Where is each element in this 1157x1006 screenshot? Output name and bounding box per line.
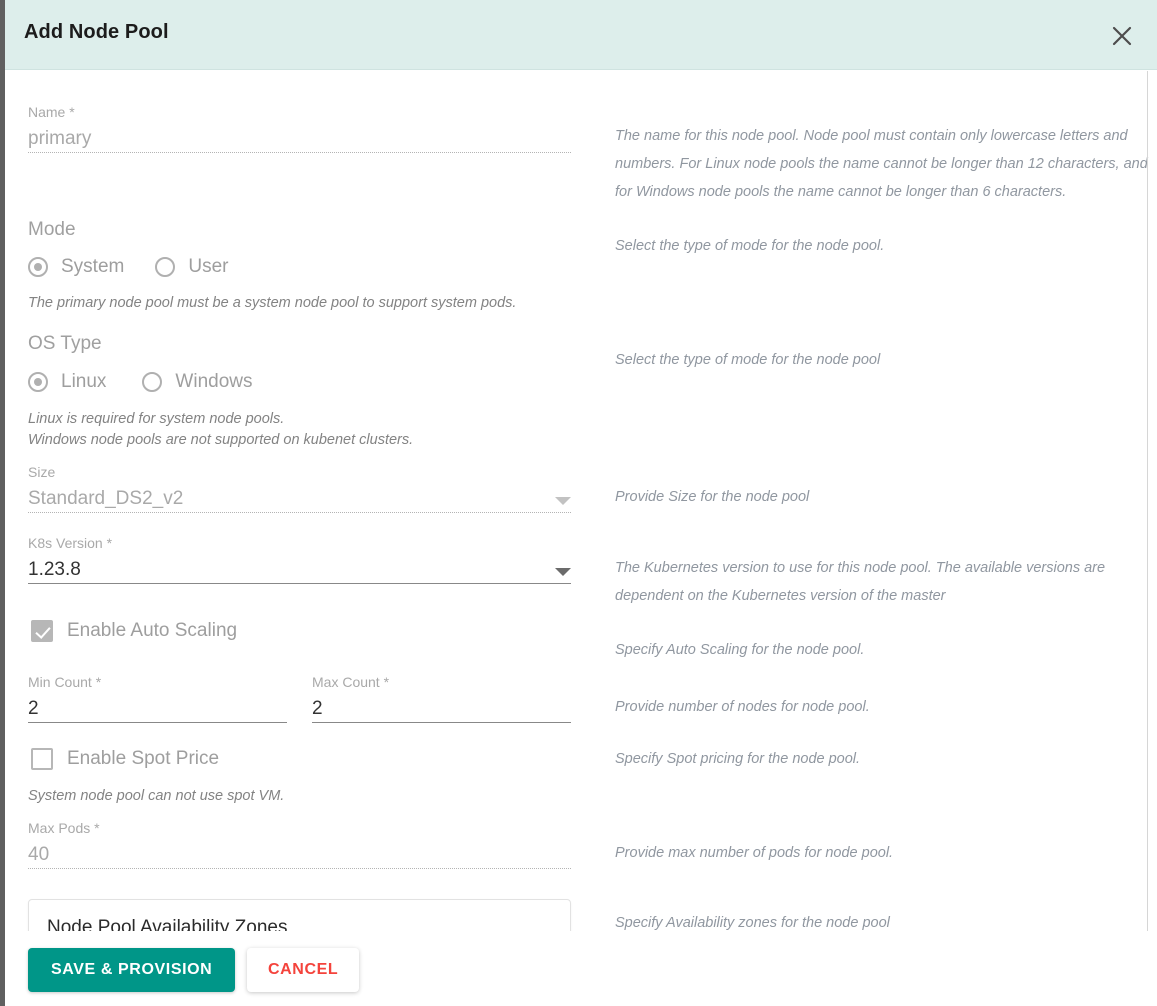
size-field-group: Size Standard_DS2_v2 [28,464,571,513]
name-label: Name [28,104,571,120]
help-node-count: Provide number of nodes for node pool. [615,699,870,715]
checkbox-icon-auto-scaling [31,620,53,642]
cancel-button[interactable]: CANCEL [247,948,360,992]
os-type-option-windows-label: Windows [175,371,253,392]
max-count-underline [312,722,571,723]
min-count-label: Min Count [28,674,287,690]
form-column: Name primary Mode System User The primar… [5,71,605,931]
k8s-version-label: K8s Version [28,535,571,551]
size-select-value[interactable]: Standard_DS2_v2 [28,486,547,512]
os-type-hint-1: Linux is required for system node pools. [28,411,285,427]
help-mode: Select the type of mode for the node poo… [615,238,885,254]
checkbox-icon-spot-price [31,748,53,770]
mode-radio-group: System User [28,256,228,278]
os-type-hint-2: Windows node pools are not supported on … [28,432,414,448]
radio-icon-system [28,257,48,277]
os-type-option-windows[interactable]: Windows [142,371,253,393]
mode-option-system[interactable]: System [28,256,124,278]
enable-auto-scaling-checkbox-row[interactable]: Enable Auto Scaling [31,620,237,642]
enable-auto-scaling-label: Enable Auto Scaling [67,620,238,641]
mode-option-user[interactable]: User [155,256,228,278]
max-pods-input[interactable]: 40 [28,842,571,868]
help-k8s-version: The Kubernetes version to use for this n… [615,560,1106,604]
min-count-underline [28,722,287,723]
chevron-down-icon-k8s-version[interactable] [555,568,571,576]
max-pods-field-group: Max Pods 40 [28,820,571,869]
enable-spot-price-hint: System node pool can not use spot VM. [28,788,285,804]
close-button[interactable] [1104,18,1140,54]
help-os-type: Select the type of mode for the node poo… [615,352,881,368]
k8s-version-underline [28,583,571,584]
dialog-body: Name primary Mode System User The primar… [5,71,1157,931]
radio-icon-windows [142,372,163,392]
name-underline [28,152,571,153]
k8s-version-select-value[interactable]: 1.23.8 [28,557,547,583]
os-type-label: OS Type [28,333,102,354]
name-input[interactable]: primary [28,126,571,152]
dialog-footer: SAVE & PROVISION CANCEL [5,931,1157,1006]
max-count-input[interactable]: 2 [312,696,571,722]
max-pods-label: Max Pods [28,820,571,836]
availability-zones-title: Node Pool Availability Zones [47,917,288,931]
radio-icon-linux [28,372,48,392]
add-node-pool-dialog: Add Node Pool Name primary Mode [5,0,1157,1006]
availability-zones-card[interactable]: Node Pool Availability Zones [28,899,571,931]
min-count-input[interactable]: 2 [28,696,287,722]
scrollbar-track[interactable] [1147,71,1148,931]
mode-option-system-label: System [61,256,125,277]
size-label: Size [28,464,56,480]
dialog-header: Add Node Pool [5,0,1157,70]
help-name: The name for this node pool. Node pool m… [615,128,1148,200]
close-icon [1111,25,1133,47]
mode-hint: The primary node pool must be a system n… [28,295,517,311]
k8s-version-field-group: K8s Version 1.23.8 [28,535,571,584]
save-and-provision-button[interactable]: SAVE & PROVISION [28,948,236,992]
enable-spot-price-label: Enable Spot Price [67,748,220,769]
help-column: The name for this node pool. Node pool m… [605,71,1157,931]
size-underline [28,512,571,513]
max-pods-underline [28,868,571,869]
help-max-pods: Provide max number of pods for node pool… [615,845,894,861]
enable-spot-price-checkbox-row[interactable]: Enable Spot Price [31,748,219,770]
chevron-down-icon-size[interactable] [555,497,571,505]
mode-label: Mode [28,219,76,240]
mode-option-user-label: User [188,256,229,277]
help-size: Provide Size for the node pool [615,489,810,505]
help-auto-scaling: Specify Auto Scaling for the node pool. [615,642,865,658]
max-count-label: Max Count [312,674,571,690]
os-type-option-linux-label: Linux [61,371,107,392]
name-field-group: Name primary [28,104,571,153]
radio-icon-user [155,257,176,277]
dialog-title: Add Node Pool [24,21,169,43]
max-count-field-group: Max Count 2 [312,674,571,723]
help-availability-zones: Specify Availability zones for the node … [615,915,890,931]
os-type-radio-group: Linux Windows [28,371,253,393]
min-count-field-group: Min Count 2 [28,674,287,723]
help-spot-price: Specify Spot pricing for the node pool. [615,751,861,767]
os-type-option-linux[interactable]: Linux [28,371,106,393]
